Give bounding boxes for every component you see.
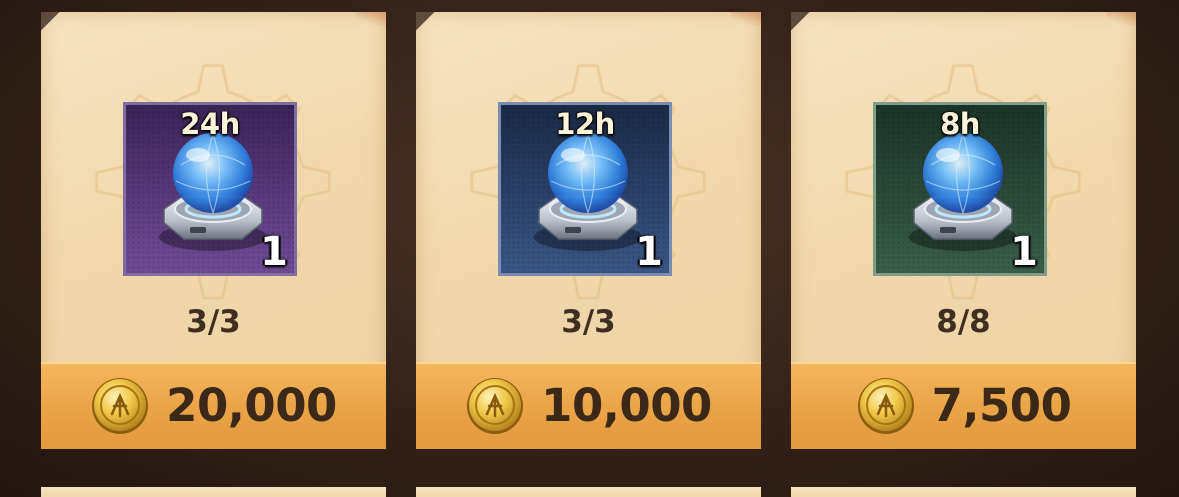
price-label: 20,000	[166, 379, 337, 432]
item-duration: 12h	[555, 107, 615, 141]
buy-button[interactable]: 20,000	[41, 362, 386, 449]
shop-item-card-partial[interactable]	[41, 487, 386, 497]
item-quantity: 1	[1010, 229, 1038, 275]
gold-coin-icon	[465, 376, 525, 435]
shop-item-card[interactable]: 12h 1 3/3 10,000	[416, 12, 761, 449]
item-duration: 8h	[940, 107, 980, 141]
shop-item-card-partial[interactable]	[416, 487, 761, 497]
gold-coin-icon	[90, 376, 150, 435]
shop-item-card[interactable]: 8h 1 8/8 7,500	[791, 12, 1136, 449]
buy-button[interactable]: 10,000	[416, 362, 761, 449]
item-duration: 24h	[180, 107, 240, 141]
shop-item-card-partial[interactable]	[791, 487, 1136, 497]
item-icon-frame[interactable]: 8h 1	[873, 102, 1047, 276]
price-label: 7,500	[931, 379, 1072, 432]
purchase-limit: 3/3	[561, 304, 616, 340]
purchase-limit: 3/3	[186, 304, 241, 340]
item-quantity: 1	[635, 229, 663, 275]
item-icon-frame[interactable]: 24h 1	[123, 102, 297, 276]
buy-button[interactable]: 7,500	[791, 362, 1136, 449]
item-quantity: 1	[260, 229, 288, 275]
shop-item-card[interactable]: 24h 1 3/3 20,000	[41, 12, 386, 449]
item-icon-frame[interactable]: 12h 1	[498, 102, 672, 276]
purchase-limit: 8/8	[936, 304, 991, 340]
gold-coin-icon	[856, 376, 915, 435]
price-label: 10,000	[541, 379, 712, 432]
